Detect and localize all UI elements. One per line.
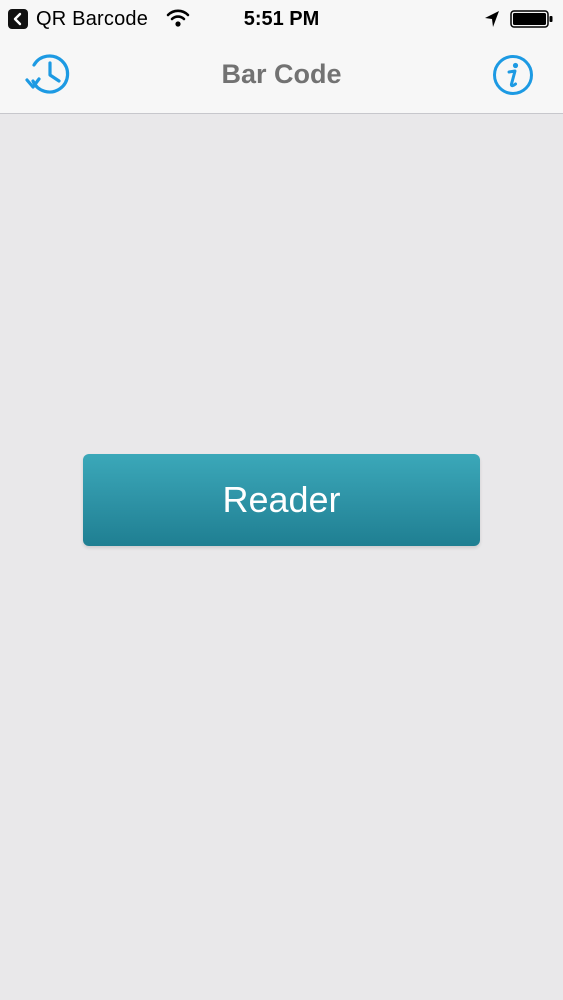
info-icon: [490, 55, 536, 104]
info-button[interactable]: [490, 54, 536, 100]
page-title: Bar Code: [221, 59, 342, 89]
battery-icon: [510, 10, 554, 33]
status-time: 5:51 PM: [243, 8, 320, 30]
reader-button[interactable]: Reader: [83, 454, 480, 546]
main-content: [0, 114, 563, 1000]
status-bar: QR Barcode 5:51 PM: [0, 0, 563, 38]
location-arrow-icon: [484, 10, 500, 33]
navigation-bar: Bar Code: [0, 38, 563, 114]
